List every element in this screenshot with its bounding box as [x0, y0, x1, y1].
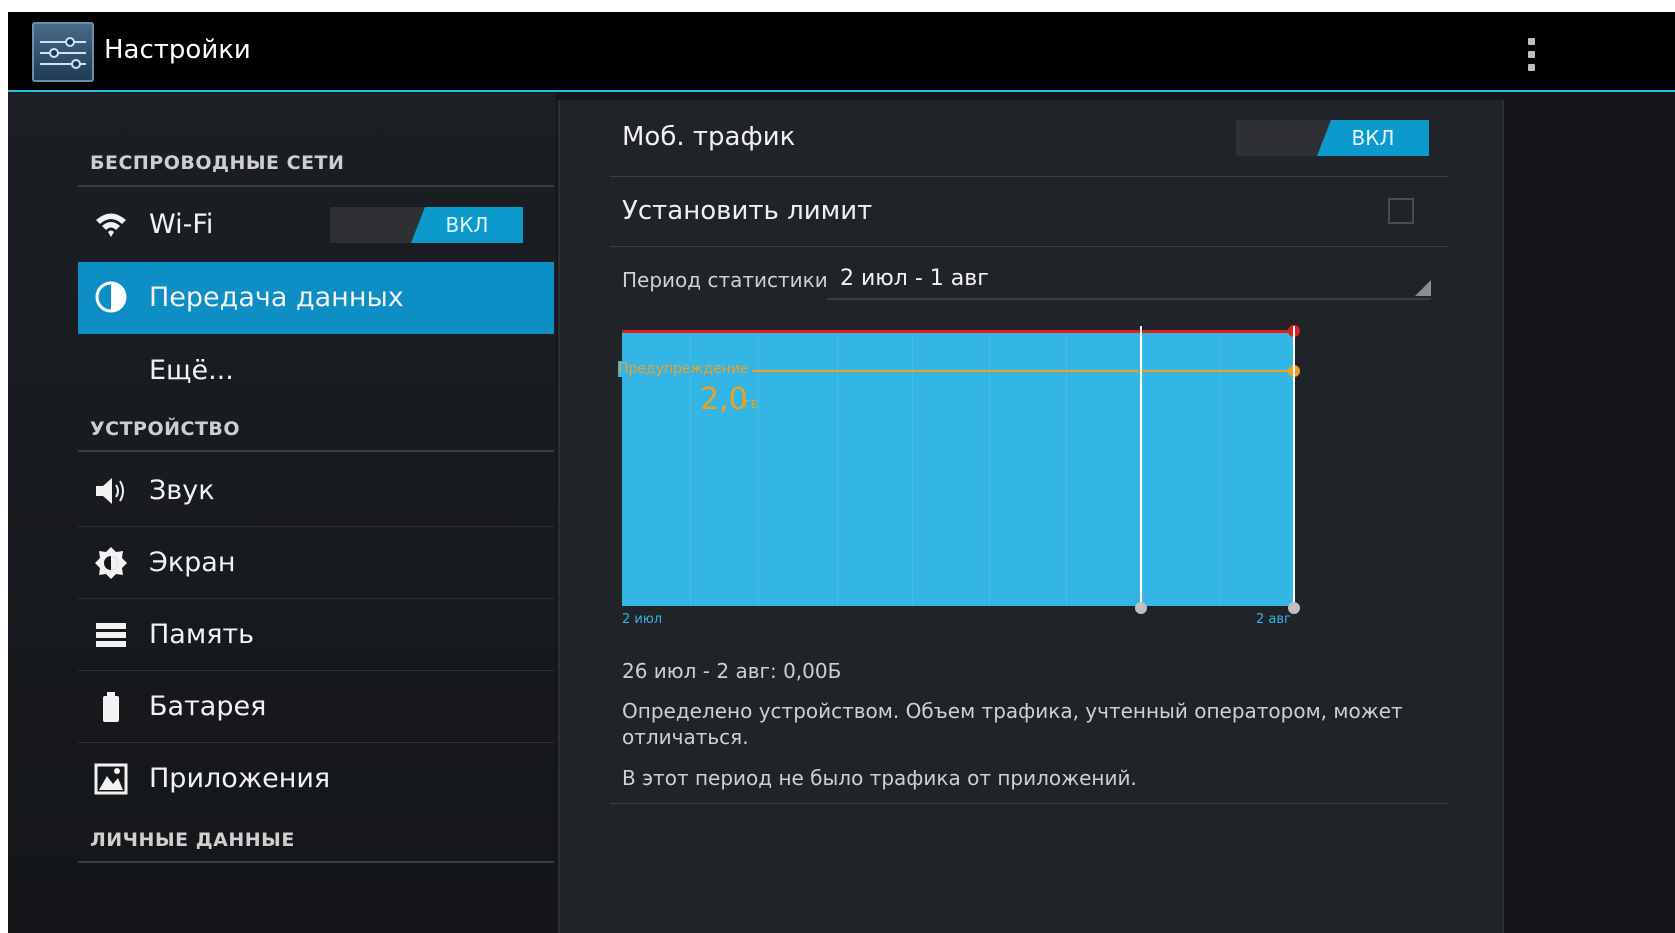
row-divider: [610, 246, 1448, 247]
action-bar: Настройки: [8, 12, 1675, 92]
limit-line[interactable]: [622, 330, 1294, 333]
wifi-icon: [93, 207, 129, 243]
dropdown-arrow-icon: [1415, 280, 1431, 296]
set-limit-label: Установить лимит: [622, 196, 873, 226]
period-value: 2 июл - 1 авг: [840, 266, 989, 291]
sidebar-item-label: Батарея: [149, 691, 267, 722]
section-header-wireless: БЕСПРОВОДНЫЕ СЕТИ: [90, 152, 345, 174]
sidebar-item-label: Передача данных: [149, 282, 404, 313]
row-divider: [610, 803, 1448, 804]
x-axis-end-label: 2 авг: [1256, 612, 1291, 627]
item-divider: [78, 526, 554, 527]
x-axis-start-label: 2 июл: [622, 612, 663, 627]
sidebar-item-label: Ещё...: [149, 355, 234, 386]
set-limit-checkbox[interactable]: [1388, 198, 1414, 224]
settings-sliders-icon[interactable]: [32, 22, 94, 82]
data-usage-icon: [93, 279, 129, 315]
warning-unit: ГБ: [744, 398, 759, 411]
item-divider: [78, 670, 554, 671]
no-app-traffic-note: В этот период не было трафика от приложе…: [622, 766, 1137, 790]
row-divider: [610, 176, 1448, 177]
section-header-personal: ЛИЧНЫЕ ДАННЫЕ: [90, 829, 295, 851]
sidebar-item-data-usage[interactable]: Передача данных: [78, 262, 554, 334]
sidebar-item-more[interactable]: Ещё...: [78, 336, 554, 406]
item-divider: [78, 598, 554, 599]
wifi-toggle[interactable]: ВКЛ: [330, 207, 523, 243]
sidebar-item-sound[interactable]: Звук: [78, 456, 554, 526]
sidebar-item-label: Экран: [149, 547, 236, 578]
period-end-marker[interactable]: [1293, 326, 1295, 608]
warning-label: Предупреждение: [618, 361, 753, 377]
settings-sidebar: БЕСПРОВОДНЫЕ СЕТИ Wi-Fi ВКЛ Передача дан…: [8, 92, 556, 933]
mobile-traffic-toggle-label: ВКЛ: [1317, 120, 1429, 156]
data-usage-chart: Предупреждение 2,0 ГБ 2 июл 2 авг: [618, 325, 1312, 640]
usage-summary: 26 июл - 2 авг: 0,00Б: [622, 659, 842, 683]
section-divider: [78, 450, 554, 452]
volume-icon: [93, 473, 129, 509]
mobile-traffic-label: Моб. трафик: [622, 122, 796, 152]
section-divider: [78, 185, 554, 187]
storage-icon: [93, 617, 129, 653]
period-start-marker[interactable]: [1140, 326, 1142, 608]
sidebar-item-apps[interactable]: Приложения: [78, 744, 554, 814]
sidebar-item-storage[interactable]: Память: [78, 600, 554, 670]
brightness-icon: [93, 545, 129, 581]
app-title: Настройки: [104, 35, 251, 65]
sidebar-item-display[interactable]: Экран: [78, 528, 554, 598]
period-dropdown[interactable]: 2 июл - 1 авг: [827, 256, 1431, 300]
apps-icon: [93, 761, 129, 797]
usage-note: Определено устройством. Объем трафика, у…: [622, 699, 1403, 749]
section-divider: [78, 861, 554, 863]
item-divider: [78, 742, 554, 743]
period-label: Период статистики: [622, 268, 828, 292]
sidebar-item-battery[interactable]: Батарея: [78, 672, 554, 742]
android-screen: Настройки БЕСПРОВОДНЫЕ СЕТИ Wi-Fi ВКЛ Пе…: [8, 12, 1675, 933]
mobile-traffic-toggle[interactable]: ВКЛ: [1236, 120, 1429, 156]
sidebar-item-label: Память: [149, 619, 255, 650]
data-usage-panel: Моб. трафик ВКЛ Установить лимит Период …: [558, 100, 1504, 933]
overflow-menu-icon[interactable]: [1516, 34, 1546, 74]
battery-icon: [93, 689, 129, 725]
section-header-device: УСТРОЙСТВО: [90, 418, 241, 440]
sidebar-item-label: Приложения: [149, 763, 331, 794]
period-start-handle[interactable]: [1135, 602, 1147, 614]
sidebar-item-label: Wi-Fi: [149, 209, 214, 240]
wifi-toggle-label: ВКЛ: [411, 207, 523, 243]
sidebar-item-label: Звук: [149, 475, 215, 506]
warning-value: 2,0: [700, 382, 748, 417]
sidebar-item-wifi[interactable]: Wi-Fi ВКЛ: [78, 190, 554, 260]
